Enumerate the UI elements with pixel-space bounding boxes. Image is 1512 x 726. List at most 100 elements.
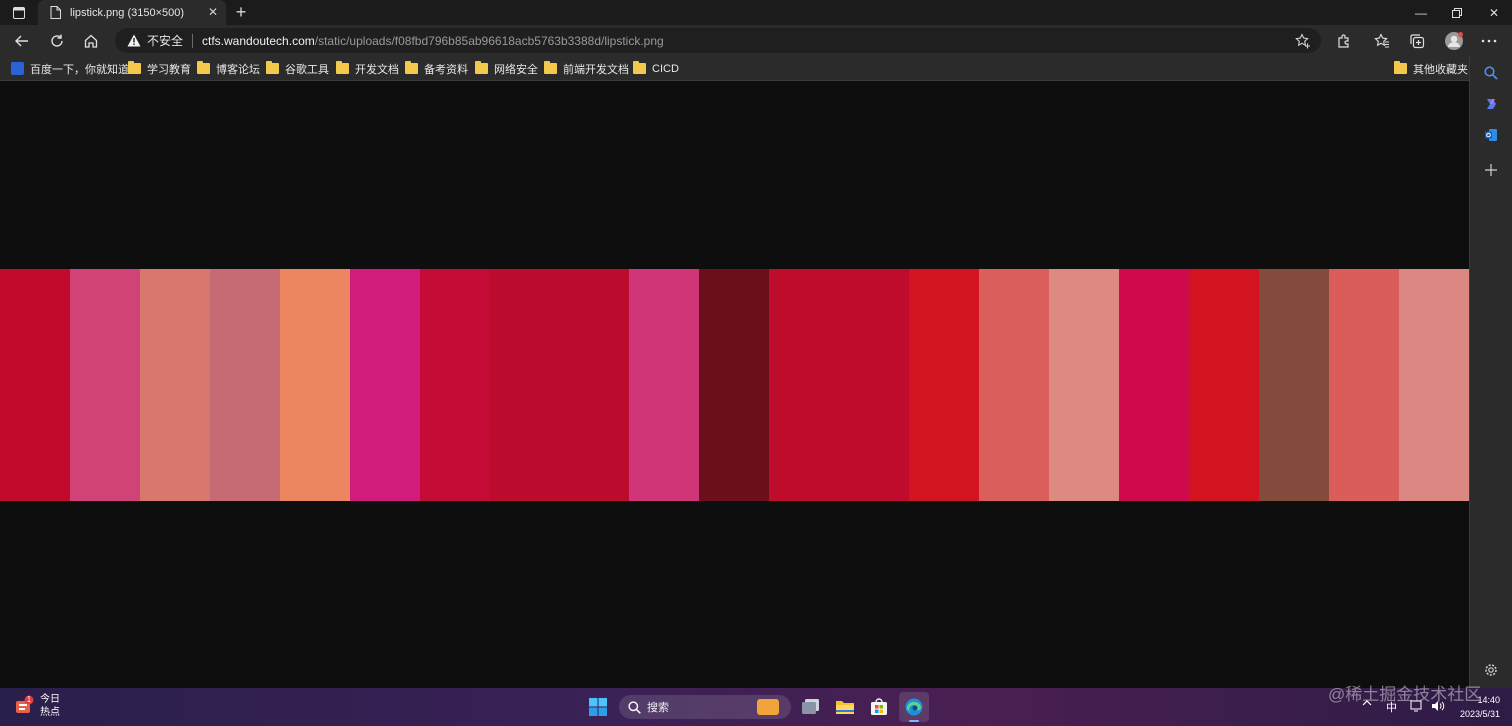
folder-icon — [836, 701, 854, 714]
color-swatch — [1328, 269, 1399, 501]
color-swatch — [629, 269, 700, 501]
restore-button[interactable] — [1439, 0, 1475, 25]
start-button[interactable] — [583, 692, 613, 722]
address-bar[interactable]: 不安全 ctfs.wandoutech.com /static/uploads/… — [115, 28, 1321, 53]
file-explorer-button[interactable] — [830, 692, 860, 722]
active-indicator — [909, 720, 919, 722]
color-swatch — [769, 269, 840, 501]
title-bar: lipstick.png (3150×500) ✕ + — ✕ — [0, 0, 1512, 25]
bookmarks-bar: 百度一下，你就知道 学习教育 博客论坛 谷歌工具 开发文档 备考资料 网络安全 — [0, 56, 1512, 81]
edge-sidebar — [1469, 56, 1512, 688]
search-icon[interactable] — [1481, 63, 1501, 83]
color-swatch — [139, 269, 210, 501]
windows-taskbar: 1 今日 热点 搜索 中 14:40 2023/5/31 — [0, 688, 1512, 726]
url-path: /static/uploads/f08fbd796b85ab96618acb57… — [314, 33, 664, 48]
folder-icon — [1394, 61, 1407, 74]
bookmark-folder[interactable]: 开发文档 — [336, 60, 399, 77]
bookmark-folder[interactable]: CICD — [633, 60, 679, 77]
security-label[interactable]: 不安全 — [147, 32, 183, 49]
back-arrow-icon — [15, 35, 28, 47]
windows-logo-icon — [589, 698, 607, 716]
color-swatch — [909, 269, 980, 501]
bookmark-item[interactable]: 百度一下，你就知道 — [11, 60, 129, 77]
color-swatch — [839, 269, 910, 501]
clock-date: 2023/5/31 — [1459, 709, 1500, 719]
baidu-icon — [11, 62, 24, 75]
color-swatch — [489, 269, 560, 501]
color-swatch — [1119, 269, 1189, 501]
add-favorite-icon[interactable] — [1295, 33, 1311, 49]
address-separator — [192, 33, 194, 48]
add-sidebar-app-icon[interactable] — [1481, 160, 1501, 180]
color-swatch — [419, 269, 490, 501]
copilot-icon[interactable] — [1481, 94, 1501, 114]
watermark-text: @稀土掘金技术社区 — [1328, 685, 1482, 704]
color-swatch — [69, 269, 140, 501]
outlook-icon[interactable] — [1481, 125, 1501, 145]
folder-icon — [405, 61, 418, 74]
color-swatch — [279, 269, 350, 501]
task-view-button[interactable] — [796, 692, 826, 722]
folder-icon — [544, 61, 557, 74]
taskbar-search[interactable]: 搜索 — [619, 695, 791, 719]
bookmark-label: 学习教育 — [147, 63, 191, 76]
folder-icon — [475, 61, 488, 74]
favorites-icon[interactable] — [1372, 31, 1392, 51]
widget-subtitle: 热点 — [40, 707, 60, 718]
bookmark-label: CICD — [652, 62, 679, 75]
folder-icon — [266, 61, 279, 74]
collections-icon[interactable] — [1407, 31, 1427, 51]
widget-title: 今日 — [40, 694, 60, 705]
image-viewport — [0, 81, 1469, 688]
new-tab-button[interactable]: + — [231, 2, 251, 23]
bookmark-folder[interactable]: 博客论坛 — [197, 60, 260, 77]
bookmark-label: 其他收藏夹 — [1413, 63, 1468, 76]
widgets-button[interactable]: 1 今日 热点 — [14, 693, 60, 719]
color-swatch — [1398, 269, 1469, 501]
home-button[interactable] — [80, 30, 102, 52]
news-icon: 1 — [14, 695, 36, 717]
bookmark-folder[interactable]: 网络安全 — [475, 60, 538, 77]
refresh-button[interactable] — [46, 30, 68, 52]
color-swatch — [209, 269, 280, 501]
tab-actions-button[interactable] — [6, 3, 32, 23]
url-host: ctfs.wandoutech.com — [202, 33, 315, 48]
navigation-toolbar: 不安全 ctfs.wandoutech.com /static/uploads/… — [0, 25, 1512, 56]
bookmark-label: 谷歌工具 — [285, 63, 329, 76]
lipstick-image — [0, 269, 1469, 501]
file-icon — [48, 6, 62, 20]
restore-icon — [1452, 7, 1462, 18]
warning-icon[interactable] — [127, 34, 141, 48]
bookmark-label: 博客论坛 — [216, 63, 260, 76]
color-swatch — [979, 269, 1050, 501]
more-options-icon[interactable] — [1479, 31, 1499, 51]
search-label: 搜索 — [647, 702, 669, 714]
close-window-button[interactable]: ✕ — [1476, 0, 1512, 25]
search-highlight-icon — [757, 699, 779, 715]
home-icon — [84, 34, 98, 48]
color-swatch — [699, 269, 770, 501]
bookmark-folder[interactable]: 前端开发文档 — [544, 60, 629, 77]
other-bookmarks-folder[interactable]: 其他收藏夹 — [1394, 60, 1468, 77]
bookmark-folder[interactable]: 谷歌工具 — [266, 60, 329, 77]
browser-tab[interactable]: lipstick.png (3150×500) ✕ — [38, 0, 226, 25]
edge-taskbar-button[interactable] — [899, 692, 929, 722]
color-swatch — [0, 269, 70, 501]
color-swatch — [1049, 269, 1119, 501]
extensions-icon[interactable] — [1334, 31, 1354, 51]
store-button[interactable] — [864, 692, 894, 722]
color-swatch — [1258, 269, 1329, 501]
notification-badge: 1 — [26, 695, 32, 704]
tab-actions-icon — [13, 7, 25, 19]
bookmark-folder[interactable]: 备考资料 — [405, 60, 468, 77]
bookmark-label: 百度一下，你就知道 — [30, 63, 129, 76]
profile-avatar[interactable] — [1444, 31, 1464, 51]
bookmark-folder[interactable]: 学习教育 — [128, 60, 191, 77]
back-button[interactable] — [11, 30, 33, 52]
folder-icon — [633, 61, 646, 74]
edge-icon — [905, 698, 923, 716]
minimize-button[interactable]: — — [1403, 0, 1439, 25]
sidebar-settings-icon[interactable] — [1481, 660, 1501, 680]
bookmark-label: 前端开发文档 — [563, 63, 629, 76]
tab-close-icon[interactable]: ✕ — [208, 5, 218, 19]
